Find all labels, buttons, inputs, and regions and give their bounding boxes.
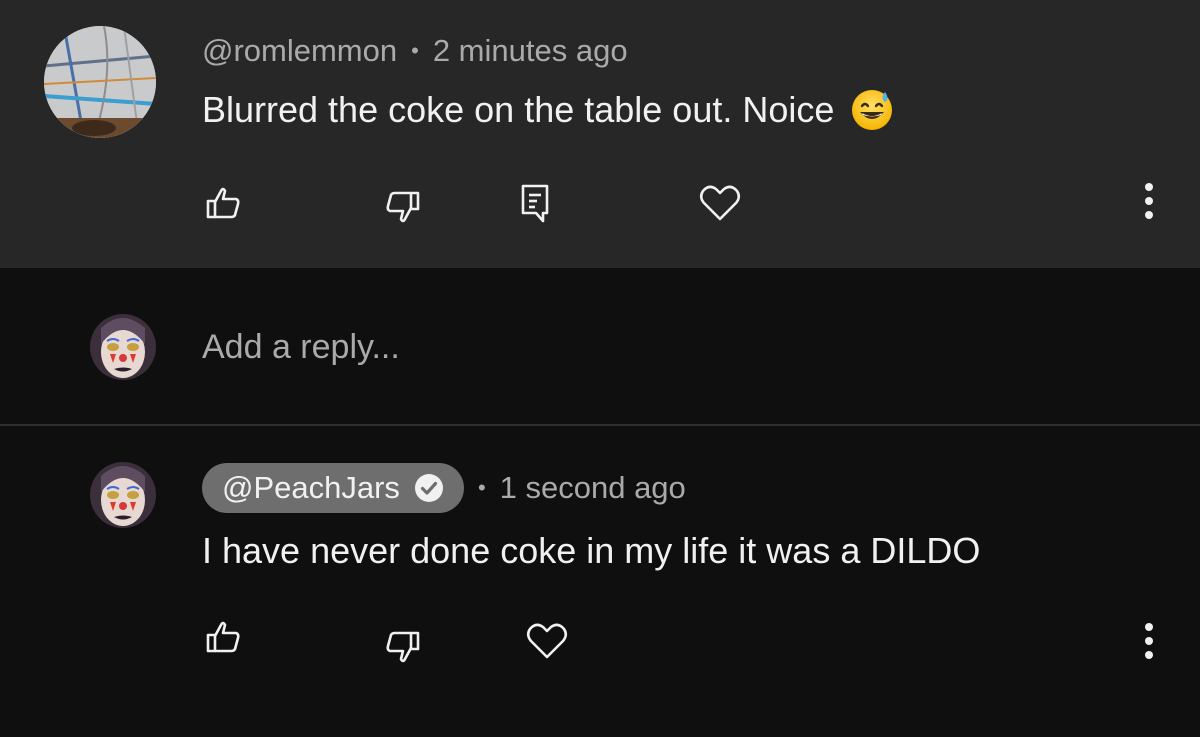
creator-handle-pill[interactable]: @PeachJars	[202, 463, 464, 513]
thumbs-up-icon	[206, 621, 240, 653]
parent-comment: @romlemmon • 2 minutes ago Blurred the c…	[0, 0, 1200, 268]
thumbs-down-icon	[386, 191, 420, 223]
dislike-button[interactable]	[378, 182, 428, 232]
reply-button[interactable]	[510, 178, 560, 228]
comment-body: I have never done coke in my life it was…	[202, 530, 981, 571]
heart-icon	[526, 623, 568, 659]
avatar	[90, 314, 156, 380]
like-button[interactable]	[198, 178, 248, 228]
separator-dot: •	[411, 38, 419, 63]
more-options-button[interactable]	[1124, 616, 1174, 666]
more-vertical-icon	[1145, 183, 1153, 219]
reply-input[interactable]: Add a reply...	[202, 328, 400, 367]
author-handle: @PeachJars	[222, 470, 400, 505]
comment-text: Blurred the coke on the table out. Noice	[202, 86, 894, 134]
more-vertical-icon	[1145, 623, 1153, 659]
like-button[interactable]	[198, 612, 248, 662]
thumbs-up-icon	[206, 187, 240, 219]
heart-icon	[699, 185, 741, 221]
reply-comment: @PeachJars • 1 second ago I have never d…	[0, 426, 1200, 737]
comment-body: Blurred the coke on the table out. Noice	[202, 89, 835, 130]
comment-text: I have never done coke in my life it was…	[202, 526, 980, 576]
verified-check-icon	[414, 473, 444, 503]
avatar[interactable]	[90, 462, 156, 528]
heart-button[interactable]	[695, 178, 745, 228]
reply-comment-icon	[521, 184, 549, 223]
comment-meta: @PeachJars • 1 second ago	[202, 463, 686, 513]
avatar[interactable]	[44, 26, 156, 138]
comment-meta: @romlemmon • 2 minutes ago	[202, 30, 628, 72]
grinning-sweat-emoji	[850, 88, 894, 132]
more-options-button[interactable]	[1124, 176, 1174, 226]
comment-thread: @romlemmon • 2 minutes ago Blurred the c…	[0, 0, 1200, 737]
dislike-button[interactable]	[378, 622, 428, 672]
thumbs-down-icon	[386, 631, 420, 663]
timestamp[interactable]: 1 second ago	[500, 470, 686, 506]
author-handle[interactable]: @romlemmon	[202, 33, 397, 69]
heart-button[interactable]	[522, 616, 572, 666]
reply-composer: Add a reply...	[0, 268, 1200, 425]
separator-dot: •	[477, 475, 486, 500]
timestamp[interactable]: 2 minutes ago	[433, 33, 628, 69]
